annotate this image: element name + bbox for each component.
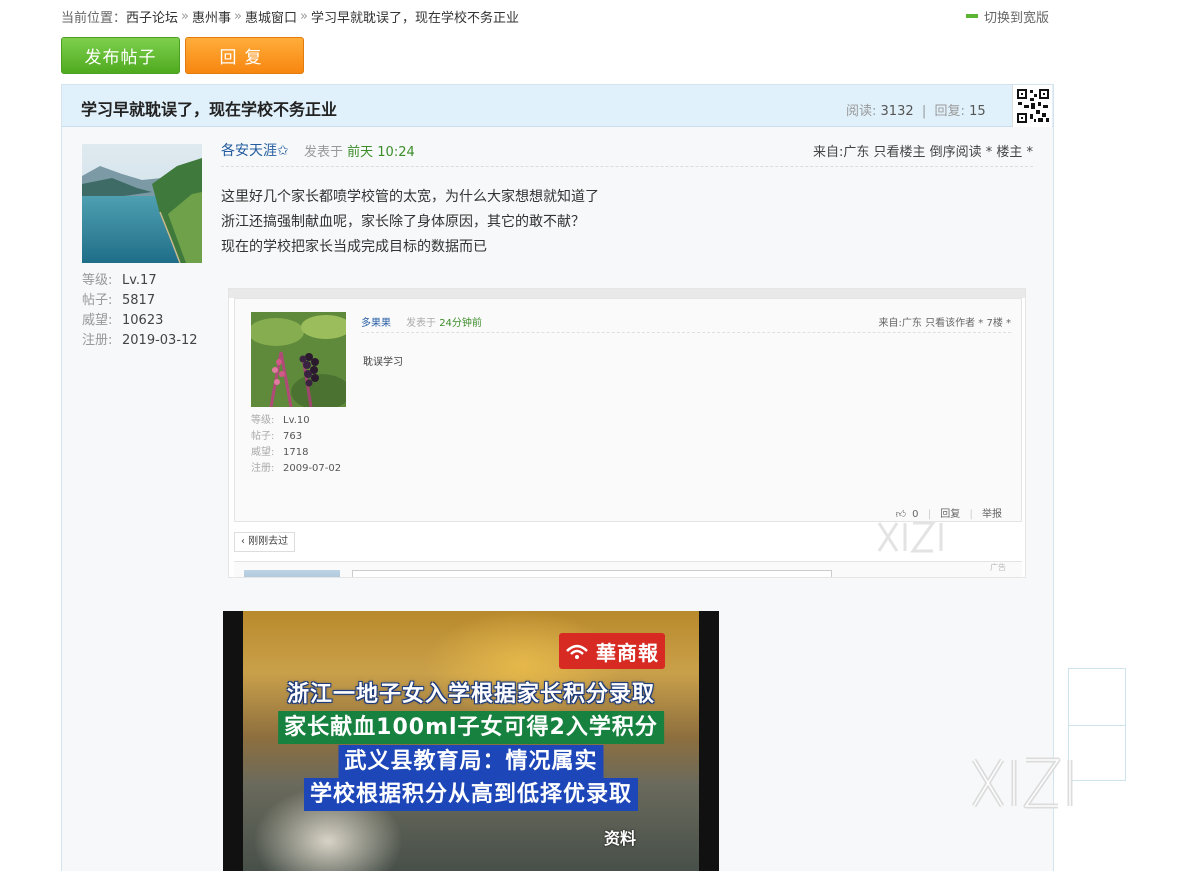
video-caption: 武义县教育局：情况属实 [338,745,604,778]
stat-label: 帖子: [251,431,275,442]
quoted-post-content: 耽误学习 [363,357,403,368]
video-caption: 学校根据积分从高到低择优录取 [303,778,639,811]
post-time: 前天 10:24 [347,145,415,160]
quoted-report-link: 举报 [982,509,1002,520]
stat-value: Lv.17 [122,273,157,288]
screenshot-input [352,570,832,577]
stat-label: 威望: [251,447,275,458]
replies-count: 15 [969,104,986,119]
stat-value: 10623 [122,313,164,328]
video-source-label: 资料 [604,829,637,848]
news-video-image[interactable]: 華商報 浙江一地子女入学根据家长积分录取 家长献血100ml子女可得2入学积分 … [223,611,719,871]
float-divider [1069,725,1125,726]
stat-label: 威望: [82,313,113,328]
screenshot-bottom-strip: 广告 [234,561,1022,577]
quoted-post-time: 24分钟前 [439,318,482,329]
stat-value: 2019-03-12 [122,333,198,348]
screenshot-topbar [229,289,1025,298]
thread-header: 学习早就耽误了，现在学校不务正业 阅读: 3132 | 回复: 15 [62,85,1053,127]
huashang-logo: 華商報 [559,633,665,669]
breadcrumb-prefix: 当前位置： [61,10,127,26]
quoted-post-card: 等级: Lv.10 帖子: 763 威望: 1718 注册: 2009-07-02 多果… [234,298,1022,522]
wifi-signal-icon [566,644,588,659]
switch-wide-link[interactable]: 切换到宽版 [966,6,1049,26]
recently-visited-tag: ‹ 刚刚去过 [234,532,296,552]
author-stats: 等级: Lv.17 帖子: 5817 威望: 10623 注册: 2019-03-12 [82,271,198,351]
stat-value: 5817 [122,293,156,308]
thread-container: 学习早就耽误了，现在学校不务正业 阅读: 3132 | 回复: 15 等级: L… [61,84,1054,871]
quoted-author-avatar [251,312,346,407]
posted-prefix: 发表于 [406,318,436,329]
stat-posts: 帖子: 763 [251,429,341,445]
replies-label: 回复: [934,104,965,119]
post-line: 这里好几个家长都喷学校管的太宽，为什么大家想想就知道了 [221,189,599,205]
stat-value: 763 [283,431,303,442]
stat-posts: 帖子: 5817 [82,291,198,311]
quoted-post-links: 来自:广东 只看该作者 * 7楼 * [878,318,1011,329]
stat-value: 2009-07-02 [283,463,342,474]
new-post-button[interactable]: 发布帖子 [61,37,180,74]
embedded-screenshot: 等级: Lv.10 帖子: 763 威望: 1718 注册: 2009-07-02 多果… [228,288,1026,578]
thread-title: 学习早就耽误了，现在学校不务正业 [81,100,338,119]
reply-button[interactable]: 回复 [185,37,304,74]
quoted-post-meta: 发表于 24分钟前 [406,314,482,329]
stat-registered: 注册: 2019-03-12 [82,331,198,351]
quoted-post-header: 多果果 发表于 24分钟前 来自:广东 只看该作者 * 7楼 * [361,309,1011,333]
post-line: 浙江还搞强制献血呢，家长除了身体原因，其它的敢不献？ [221,214,585,230]
xizi-watermark-logo [968,754,1114,816]
post-header: 各安天涯✩ 发表于 前天 10:24 来自:广东 只看楼主 倒序阅读 * 楼主 … [221,137,1033,167]
switch-wide-label: 切换到宽版 [984,10,1050,26]
views-label: 阅读: [846,104,877,119]
qr-code-icon[interactable] [1012,85,1052,127]
post-line: 现在的学校把家长当成完成目标的数据而已 [221,239,487,255]
stat-label: 帖子: [82,293,113,308]
breadcrumb-item-current[interactable]: 学习早就耽误了，现在学校不务正业 [311,7,519,26]
breadcrumb-item-forum[interactable]: 西子论坛 [126,7,178,26]
post-body: 这里好几个家长都喷学校管的太宽，为什么大家想想就知道了 浙江还搞强制献血呢，家长… [221,185,599,260]
post-meta: 发表于 前天 10:24 [304,141,415,160]
stat-registered: 注册: 2009-07-02 [251,461,341,477]
screenshot-thumb [244,570,340,577]
logo-text: 華商報 [596,640,659,665]
posted-prefix: 发表于 [304,145,344,160]
breadcrumb-item-huicheng[interactable]: 惠城窗口 [245,7,297,26]
views-count: 3132 [880,104,914,119]
breadcrumb-item-huizhou[interactable]: 惠州事 [192,7,231,26]
video-caption: 浙江一地子女入学根据家长积分录取 [286,682,656,707]
stat-label: 等级: [82,273,113,288]
author-avatar[interactable] [82,144,202,263]
stat-label: 等级: [251,415,275,426]
stat-label: 注册: [251,463,275,474]
ad-tag: 广告 [990,563,1006,572]
switch-wide-icon [966,14,978,18]
stat-prestige: 威望: 10623 [82,311,198,331]
stat-level: 等级: Lv.10 [251,413,341,429]
breadcrumb-separator: » [234,8,242,24]
breadcrumb: 当前位置： 西子论坛 » 惠州事 » 惠城窗口 » 学习早就耽误了，现在学校不务… [61,6,519,26]
quoted-author-name: 多果果 [361,318,391,329]
stat-level: 等级: Lv.17 [82,271,198,291]
stats-divider: | [921,104,927,119]
stat-prestige: 威望: 1718 [251,445,341,461]
breadcrumb-separator: » [300,8,308,24]
post-author-link[interactable]: 各安天涯✩ [221,140,289,160]
xizi-watermark-logo [875,517,975,561]
stat-value: Lv.10 [283,415,310,426]
stat-label: 注册: [82,333,113,348]
quoted-author-stats: 等级: Lv.10 帖子: 763 威望: 1718 注册: 2009-07-02 [251,413,341,477]
video-caption: 家长献血100ml子女可得2入学积分 [278,711,664,744]
thread-stats: 阅读: 3132 | 回复: 15 [846,100,986,119]
post-header-links[interactable]: 来自:广东 只看楼主 倒序阅读 * 楼主 * [813,141,1033,160]
breadcrumb-separator: » [181,8,189,24]
stat-value: 1718 [283,447,309,458]
